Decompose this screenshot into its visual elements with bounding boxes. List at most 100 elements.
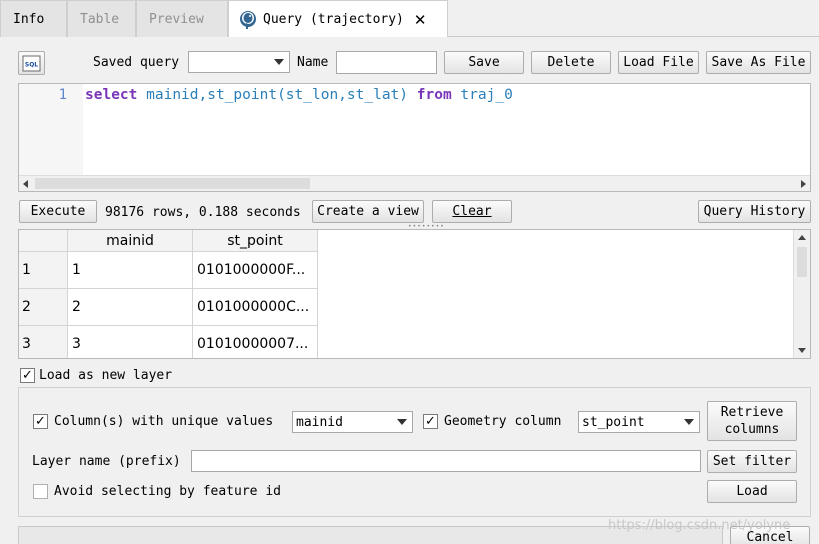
sql-keyword-from: from — [416, 87, 452, 103]
geometry-column-checkbox[interactable]: ✓ — [423, 414, 438, 429]
sql-editor[interactable]: 1 select mainid,st_point(st_lon,st_lat) … — [18, 83, 811, 192]
table-cell[interactable]: 01010000007... — [193, 326, 318, 358]
chevron-down-icon — [684, 419, 694, 425]
save-as-file-button[interactable]: Save As File — [706, 51, 811, 74]
retrieve-columns-button[interactable]: Retrieve columns — [707, 401, 797, 441]
editor-horizontal-scrollbar[interactable] — [19, 175, 810, 191]
scrollbar-thumb[interactable] — [797, 247, 807, 277]
saved-query-select[interactable] — [188, 51, 290, 73]
column-header-label: st_point — [227, 232, 283, 249]
tab-table-label: Table — [80, 11, 120, 27]
results-vertical-scrollbar[interactable] — [793, 230, 810, 358]
row-header[interactable]: 3 — [19, 326, 68, 358]
column-header-label: mainid — [106, 232, 154, 249]
avoid-selecting-checkbox[interactable] — [33, 484, 48, 499]
load-button[interactable]: Load — [707, 480, 797, 503]
name-label: Name — [297, 55, 329, 70]
corner-header[interactable] — [19, 230, 68, 252]
create-view-button[interactable]: Create a view — [312, 200, 424, 223]
retrieve-columns-label-line1: Retrieve — [720, 405, 784, 420]
delete-button[interactable]: Delete — [531, 51, 611, 74]
column-header-st-point[interactable]: st_point — [193, 230, 318, 252]
row-header[interactable]: 2 — [19, 289, 68, 326]
checkmark-icon: ✓ — [22, 368, 33, 383]
tab-info[interactable]: Info — [0, 0, 67, 37]
save-button[interactable]: Save — [444, 51, 524, 74]
geometry-column-select[interactable]: st_point — [578, 411, 700, 433]
tab-preview-label: Preview — [149, 11, 204, 27]
scroll-down-icon[interactable] — [798, 348, 806, 353]
load-file-button[interactable]: Load File — [618, 51, 699, 74]
clear-button-label: Clear — [452, 204, 492, 219]
load-file-button-label: Load File — [623, 55, 694, 70]
tab-bar: Info Table Preview Query (trajectory) ✕ — [0, 0, 819, 38]
checkmark-icon: ✓ — [35, 414, 46, 429]
cell-value: 0101000000C... — [197, 299, 310, 315]
sql-code-line[interactable]: select mainid,st_point(st_lon,st_lat) fr… — [85, 87, 513, 103]
load-as-new-layer-checkbox[interactable]: ✓ — [20, 368, 35, 383]
chevron-down-icon — [397, 419, 407, 425]
svg-text:SQL: SQL — [25, 61, 38, 68]
unique-values-label: Column(s) with unique values — [54, 414, 274, 429]
cell-value: 0101000000F... — [197, 262, 306, 278]
layer-name-label: Layer name (prefix) — [32, 454, 181, 469]
query-history-button-label: Query History — [703, 204, 806, 219]
tab-table[interactable]: Table — [67, 0, 136, 37]
unique-values-select-value: mainid — [296, 414, 343, 430]
query-panel: SQL Saved query Name Save Delete Load Fi… — [0, 37, 819, 544]
cell-value: 3 — [72, 336, 81, 352]
scroll-left-icon[interactable] — [23, 180, 28, 188]
table-cell[interactable]: 1 — [68, 252, 193, 289]
close-tab-icon[interactable]: ✕ — [414, 11, 427, 29]
tab-preview[interactable]: Preview — [136, 0, 228, 37]
table-cell[interactable]: 3 — [68, 326, 193, 358]
tab-query[interactable]: Query (trajectory) ✕ — [228, 0, 448, 38]
sql-table: traj_0 — [460, 87, 513, 103]
unique-values-checkbox[interactable]: ✓ — [33, 414, 48, 429]
set-filter-button[interactable]: Set filter — [707, 450, 797, 473]
tab-info-label: Info — [13, 11, 45, 27]
sql-keyword-select: select — [85, 87, 138, 103]
query-history-button[interactable]: Query History — [698, 200, 811, 223]
delete-button-label: Delete — [547, 55, 595, 70]
scroll-right-icon[interactable] — [801, 180, 806, 188]
scroll-up-icon[interactable] — [798, 235, 806, 240]
row-number: 3 — [22, 336, 31, 352]
sql-editor-icon[interactable]: SQL — [18, 51, 45, 75]
results-table: mainid st_point 1 1 0101000000F... 2 2 0… — [18, 229, 811, 359]
query-status: 98176 rows, 0.188 seconds — [105, 205, 301, 220]
execute-button-label: Execute — [30, 204, 86, 219]
column-header-mainid[interactable]: mainid — [68, 230, 193, 252]
unique-values-select[interactable]: mainid — [292, 411, 413, 433]
name-input[interactable] — [336, 51, 437, 74]
geometry-column-label: Geometry column — [444, 414, 562, 429]
table-cell[interactable]: 0101000000F... — [193, 252, 318, 289]
retrieve-columns-label-line2: columns — [724, 422, 780, 437]
avoid-selecting-label: Avoid selecting by feature id — [54, 484, 281, 499]
watermark: https://blog.csdn.net/yolyne — [608, 518, 791, 533]
load-button-label: Load — [736, 484, 768, 499]
table-cell[interactable]: 2 — [68, 289, 193, 326]
row-header[interactable]: 1 — [19, 252, 68, 289]
clear-button[interactable]: Clear — [432, 200, 512, 223]
execute-button[interactable]: Execute — [19, 200, 97, 223]
layer-name-input[interactable] — [191, 450, 701, 472]
saved-query-label: Saved query — [93, 55, 180, 70]
create-view-button-label: Create a view — [317, 204, 419, 219]
postgres-elephant-icon — [240, 10, 256, 29]
cell-value: 1 — [72, 262, 81, 278]
cell-value: 2 — [72, 299, 81, 315]
save-button-label: Save — [468, 55, 500, 70]
tab-query-label: Query (trajectory) — [263, 12, 404, 27]
chevron-down-icon — [274, 59, 284, 65]
cell-value: 01010000007... — [197, 336, 309, 352]
save-as-file-button-label: Save As File — [711, 55, 806, 70]
load-as-new-layer-label: Load as new layer — [39, 368, 173, 383]
sql-columns: mainid,st_point(st_lon,st_lat) — [146, 87, 409, 103]
row-number: 1 — [22, 262, 31, 278]
table-cell[interactable]: 0101000000C... — [193, 289, 318, 326]
geometry-column-select-value: st_point — [582, 414, 645, 430]
line-number: 1 — [58, 87, 67, 103]
scrollbar-thumb[interactable] — [35, 178, 310, 189]
line-number-gutter: 1 — [19, 84, 83, 175]
